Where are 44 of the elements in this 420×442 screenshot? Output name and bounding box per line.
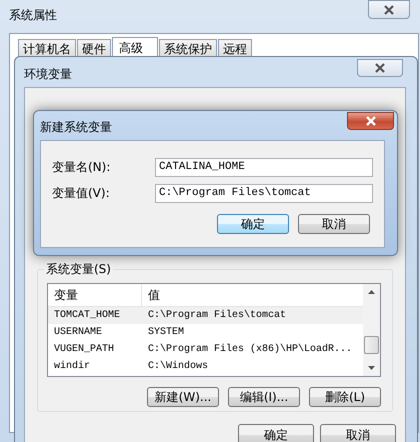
close-icon (374, 63, 386, 73)
list-action-button[interactable]: 编辑(I)... (228, 387, 300, 407)
tab[interactable]: 高级 (112, 37, 158, 57)
variable-value: SYSTEM (147, 327, 184, 338)
scroll-up-icon[interactable] (368, 290, 375, 294)
close-button[interactable] (357, 59, 403, 77)
variable-name: VUGEN_PATH (53, 344, 116, 355)
close-icon (364, 116, 376, 126)
variable-value: C:\Program Files\tomcat (147, 310, 286, 321)
close-button[interactable] (368, 0, 410, 19)
close-button[interactable] (347, 112, 394, 130)
tab[interactable]: 远程 (218, 39, 252, 57)
variable-value: C:\Program Files (x86)\HP\LoadR... (147, 344, 352, 355)
field-label: 变量值(V): (52, 184, 111, 202)
input-field[interactable]: CATALINA_HOME (155, 158, 373, 176)
list-action-button[interactable]: 新建(W)... (147, 387, 219, 407)
scroll-thumb[interactable] (364, 336, 379, 354)
input-field[interactable]: C:\Program Files\tomcat (155, 184, 373, 202)
dialog-button[interactable]: 确定 (238, 424, 314, 442)
dialog-button[interactable]: 取消 (320, 424, 396, 442)
tab[interactable]: 硬件 (77, 39, 111, 57)
scroll-down-icon[interactable] (368, 366, 375, 370)
list-action-button[interactable]: 删除(L) (309, 387, 381, 407)
list-row[interactable]: USERNAME SYSTEM (48, 324, 363, 341)
variable-name: TOMCAT_HOME (53, 310, 122, 321)
tab[interactable]: 计算机名 (18, 39, 76, 57)
variable-value: C:\Windows (147, 361, 208, 372)
dialog-button[interactable]: 确定 (217, 214, 289, 234)
tab[interactable]: 系统保护 (159, 39, 217, 57)
variable-name: windir (53, 361, 92, 372)
column-header[interactable]: 值 (142, 284, 160, 306)
dialog-title: 新建系统变量 (40, 119, 112, 136)
group-label: 系统变量(S) (44, 261, 113, 278)
close-icon (383, 4, 395, 14)
list-row[interactable]: windir C:\Windows (48, 358, 363, 375)
list-row[interactable]: TOMCAT_HOME C:\Program Files\tomcat (48, 307, 363, 324)
list-row[interactable]: VUGEN_PATH C:\Program Files (x86)\HP\LoadR... (48, 341, 363, 358)
field-label: 变量名(N): (52, 158, 112, 176)
variable-name: USERNAME (53, 327, 104, 338)
dialog-title: 环境变量 (24, 66, 72, 83)
window-title: 系统属性 (9, 7, 57, 24)
dialog-button[interactable]: 取消 (298, 214, 370, 234)
scrollbar[interactable] (363, 284, 380, 376)
column-header[interactable]: 变量 (48, 284, 142, 306)
